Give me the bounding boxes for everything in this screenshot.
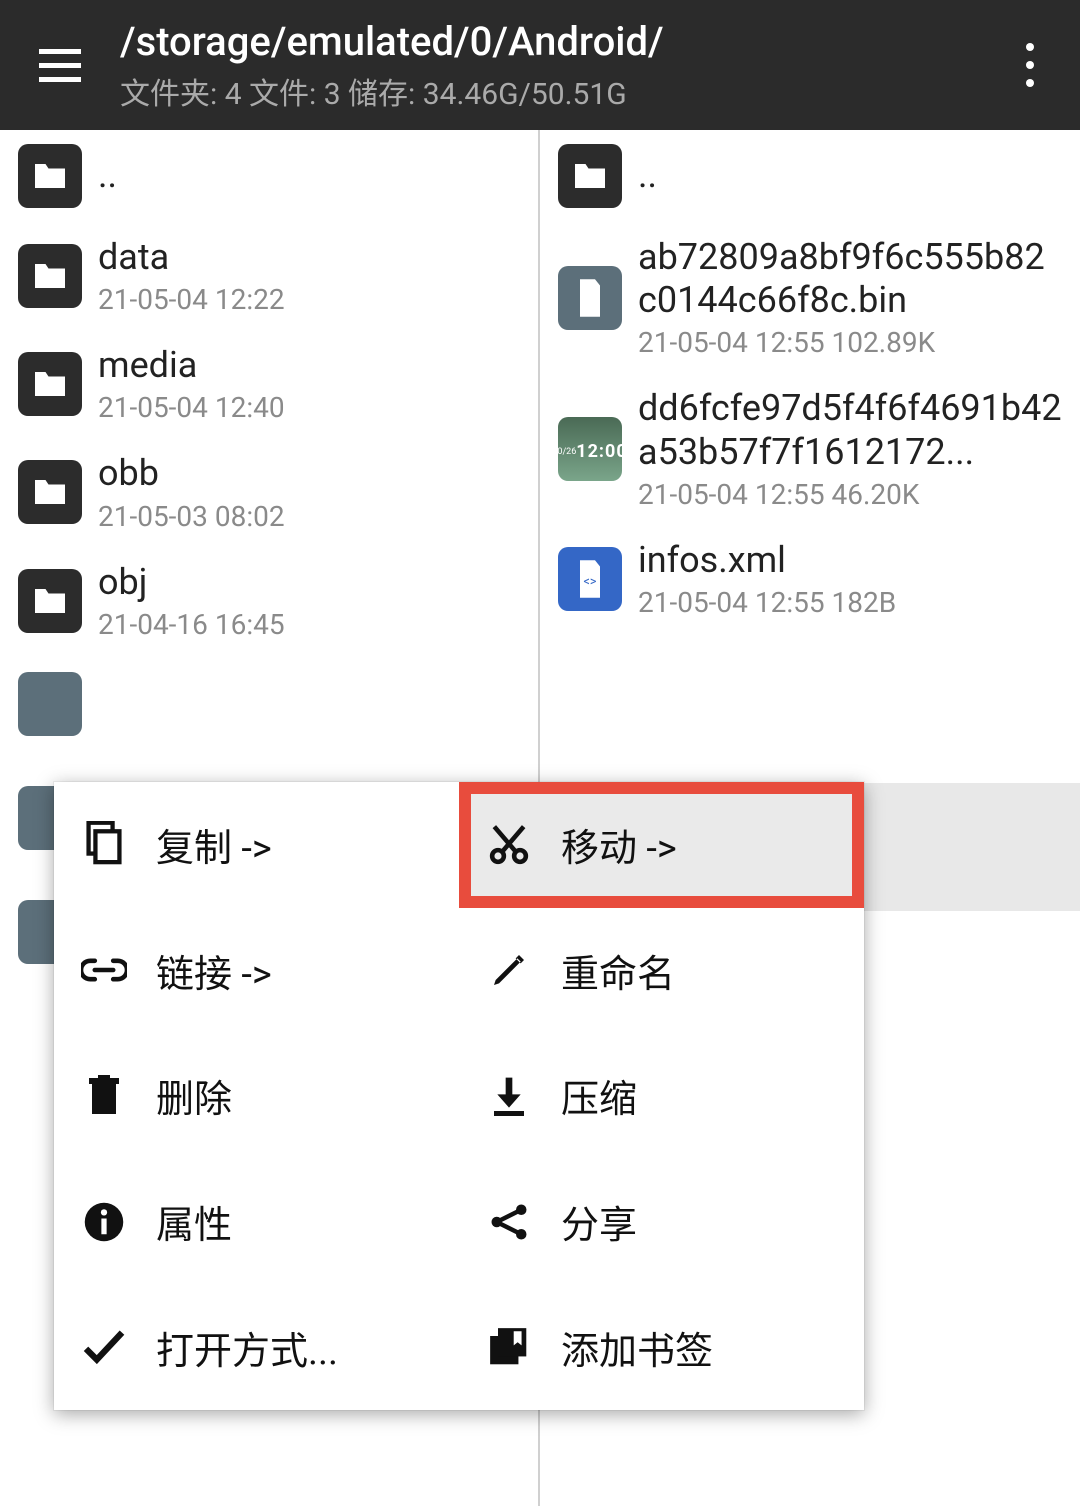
menu-copy[interactable]: 复制 -> [54,782,459,908]
folder-icon [18,569,82,633]
menu-label: 分享 [561,1194,637,1249]
header-text: /storage/emulated/0/Android/ 文件夹: 4 文件: … [120,18,1000,113]
up-label: .. [638,154,1062,197]
menu-label: 压缩 [561,1068,637,1123]
menu-compress[interactable]: 压缩 [459,1033,864,1159]
menu-label: 复制 -> [156,817,272,872]
list-item[interactable]: 10/2612:00 dd6fcfe97d5f4f6f4691b42a53b57… [540,373,1080,524]
item-sub: 21-05-03 08:02 [98,500,520,533]
item-name: obb [98,452,520,495]
menu-label: 链接 -> [156,943,272,998]
svg-text:<>: <> [584,574,597,589]
thumbnail-icon: 10/2612:00 [558,417,622,481]
list-item-up[interactable]: .. [540,130,1080,222]
list-item[interactable]: obb 21-05-03 08:02 [0,438,538,546]
item-sub: 21-05-04 12:55 46.20K [638,478,1062,511]
folder-icon [18,144,82,208]
item-sub: 21-05-04 12:22 [98,283,520,316]
app-header: /storage/emulated/0/Android/ 文件夹: 4 文件: … [0,0,1080,130]
list-item[interactable]: <> infos.xml 21-05-04 12:55 182B [540,525,1080,633]
path-title: /storage/emulated/0/Android/ [120,18,1000,65]
more-options-icon[interactable] [1000,43,1060,87]
folder-icon [18,244,82,308]
menu-rename[interactable]: 重命名 [459,908,864,1034]
xml-file-icon: <> [558,547,622,611]
up-label: .. [98,154,520,197]
share-icon [485,1198,533,1246]
download-icon [485,1072,533,1120]
item-name: data [98,236,520,279]
folder-icon [558,144,622,208]
list-item[interactable]: media 21-05-04 12:40 [0,330,538,438]
menu-link[interactable]: 链接 -> [54,908,459,1034]
cut-icon [485,821,533,869]
item-name: infos.xml [638,539,1062,582]
menu-label: 删除 [156,1068,232,1123]
menu-label: 移动 -> [561,817,677,872]
storage-stats: 文件夹: 4 文件: 3 储存: 34.46G/50.51G [120,69,1000,113]
context-menu: 复制 -> 移动 -> 链接 -> 重命名 删除 压缩 属性 分享 [54,782,864,1410]
link-icon [80,946,128,994]
folder-icon [18,460,82,524]
item-name: media [98,344,520,387]
item-name: obj [98,561,520,604]
item-sub: 21-05-04 12:55 182B [638,586,1062,619]
item-name: dd6fcfe97d5f4f6f4691b42a53b57f7f1612172.… [638,387,1062,473]
menu-properties[interactable]: 属性 [54,1159,459,1285]
menu-label: 重命名 [561,943,675,998]
list-item[interactable]: obj 21-04-16 16:45 [0,547,538,655]
list-item-up[interactable]: .. [0,130,538,222]
pencil-icon [485,946,533,994]
item-sub: 21-05-04 12:55 102.89K [638,326,1062,359]
item-name: ab72809a8bf9f6c555b82c0144c66f8c.bin [638,236,1062,322]
selection-highlight [864,783,1080,911]
item-sub: 21-05-04 12:40 [98,391,520,424]
item-sub: 21-04-16 16:45 [98,608,520,641]
trash-icon [80,1072,128,1120]
list-item[interactable]: data 21-05-04 12:22 [0,222,538,330]
bookmark-icon [485,1323,533,1371]
list-item[interactable]: ab72809a8bf9f6c555b82c0144c66f8c.bin 21-… [540,222,1080,373]
menu-label: 添加书签 [561,1320,713,1375]
check-icon [80,1323,128,1371]
menu-open-with[interactable]: 打开方式... [54,1284,459,1410]
folder-icon [18,352,82,416]
menu-bookmark[interactable]: 添加书签 [459,1284,864,1410]
menu-label: 属性 [156,1194,232,1249]
info-icon [80,1198,128,1246]
menu-share[interactable]: 分享 [459,1159,864,1285]
file-icon [558,266,622,330]
menu-hamburger-icon[interactable] [20,49,100,82]
menu-delete[interactable]: 删除 [54,1033,459,1159]
selected-stub [18,672,82,736]
menu-label: 打开方式... [156,1320,338,1375]
copy-icon [80,821,128,869]
menu-move[interactable]: 移动 -> [459,782,864,908]
